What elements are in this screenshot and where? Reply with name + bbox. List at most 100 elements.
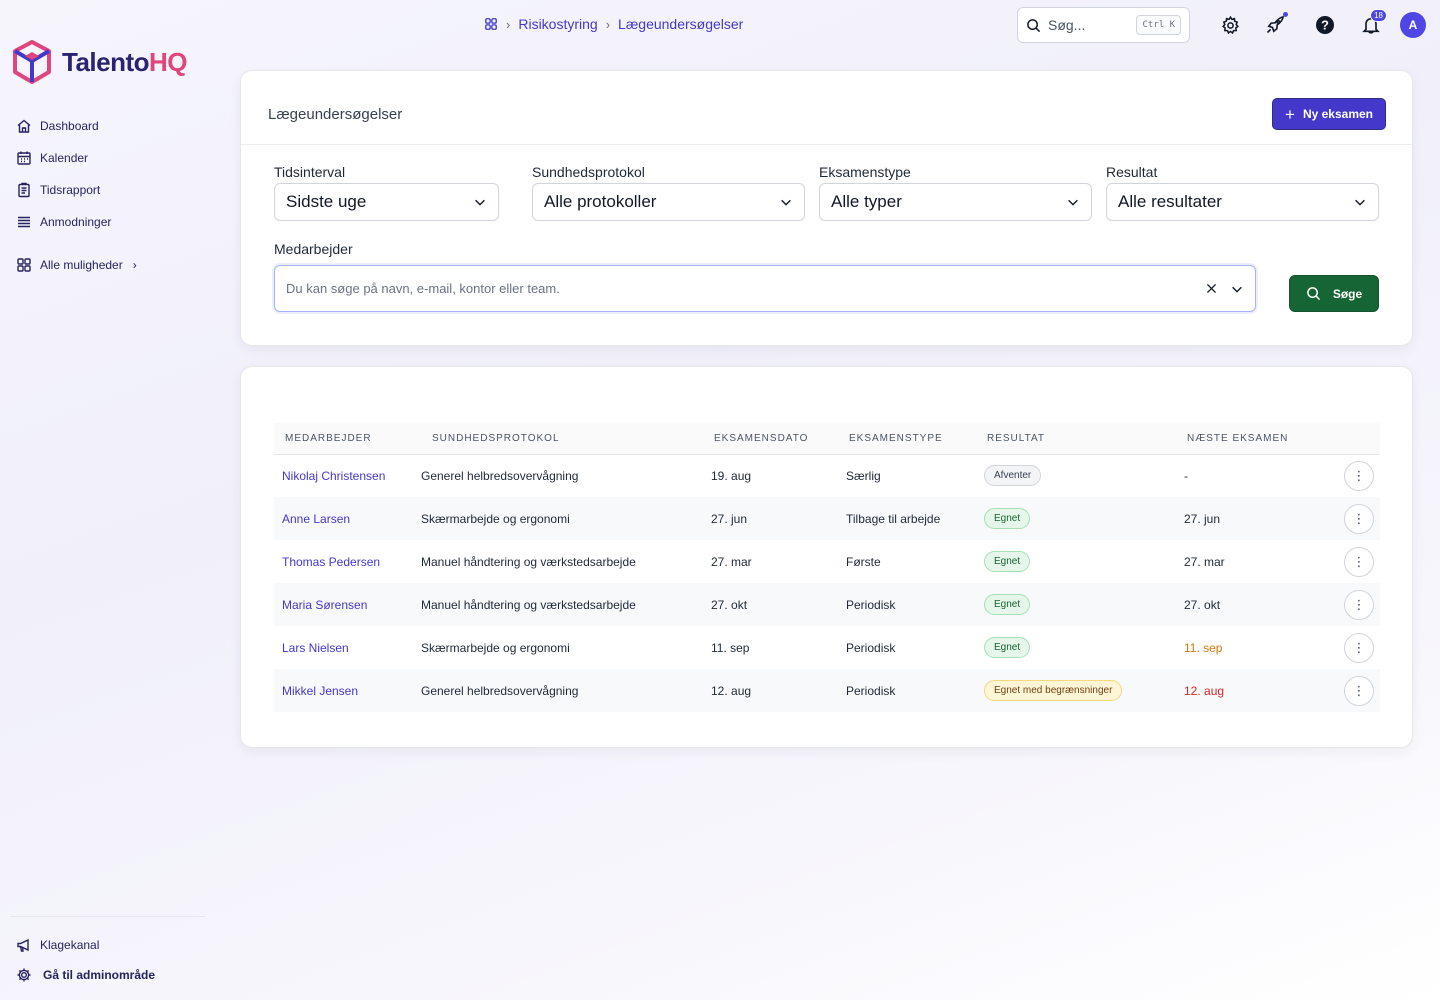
employee-link[interactable]: Maria Sørensen bbox=[282, 598, 367, 612]
employee-link[interactable]: Nikolaj Christensen bbox=[282, 469, 385, 483]
cell-actions: ⋮ bbox=[1336, 540, 1380, 583]
select-value: Alle typer bbox=[831, 192, 902, 211]
brand-name: TalentoHQ bbox=[62, 46, 188, 77]
table-header-row: MEDARBEJDER SUNDHEDSPROTOKOL EKSAMENSDAT… bbox=[274, 423, 1380, 455]
next-exam-date: - bbox=[1184, 468, 1188, 483]
result-badge: Egnet bbox=[984, 594, 1031, 615]
table-row[interactable]: Maria Sørensen Manuel håndtering og værks… bbox=[274, 583, 1380, 626]
more-vertical-icon: ⋮ bbox=[1352, 683, 1366, 698]
row-menu-button[interactable]: ⋮ bbox=[1344, 589, 1374, 620]
nav-label: Dashboard bbox=[40, 119, 99, 133]
select-eksamenstype[interactable]: Alle typer bbox=[819, 183, 1092, 221]
select-value: Alle resultater bbox=[1118, 192, 1222, 211]
nav-label: Tidsrapport bbox=[40, 183, 101, 197]
nav-item-dashboard[interactable]: Dashboard bbox=[16, 110, 206, 142]
chevron-down-icon[interactable] bbox=[1230, 282, 1244, 296]
chevron-right-icon: › bbox=[506, 16, 511, 32]
nav-item-admin[interactable]: Gå til adminområde bbox=[16, 960, 155, 990]
divider bbox=[10, 916, 205, 917]
nav-item-tidsrapport[interactable]: Tidsrapport bbox=[16, 174, 206, 206]
filter-label-sundhedsprotokol: Sundhedsprotokol bbox=[532, 164, 645, 180]
select-sundhedsprotokol[interactable]: Alle protokoller bbox=[532, 183, 805, 221]
col-header-resultat: RESULTAT bbox=[984, 423, 1184, 455]
rocket-icon bbox=[1266, 15, 1285, 34]
nav-label: Alle muligheder bbox=[40, 258, 123, 272]
search-icon bbox=[1027, 18, 1041, 32]
notifications-button[interactable]: 18 bbox=[1360, 9, 1387, 36]
megaphone-icon bbox=[17, 938, 29, 952]
nav-item-kalender[interactable]: Kalender bbox=[16, 142, 206, 174]
cell-result: Egnet med begrænsninger bbox=[984, 669, 1184, 712]
indicator-dot bbox=[1283, 12, 1288, 17]
gear-icon bbox=[17, 968, 31, 982]
search-placeholder: Søg... bbox=[1048, 17, 1086, 33]
cell-next-exam: - bbox=[1184, 454, 1336, 497]
row-menu-button[interactable]: ⋮ bbox=[1344, 460, 1374, 491]
cell-exam-date: 27. jun bbox=[711, 497, 846, 540]
chevron-down-icon bbox=[781, 199, 791, 206]
nav-item-anmodninger[interactable]: Anmodninger bbox=[16, 206, 206, 238]
more-vertical-icon: ⋮ bbox=[1352, 597, 1366, 612]
grid-icon[interactable] bbox=[484, 17, 498, 31]
breadcrumb-risikostyring[interactable]: Risikostyring bbox=[518, 16, 597, 32]
table-row[interactable]: Anne Larsen Skærmarbejde og ergonomi 27. j… bbox=[274, 497, 1380, 540]
col-header-medarbejder: MEDARBEJDER bbox=[274, 423, 421, 455]
new-exam-button[interactable]: + Ny eksamen bbox=[1272, 98, 1386, 130]
employee-link[interactable]: Lars Nielsen bbox=[282, 641, 349, 655]
filter-card: Lægeundersøgelser + Ny eksamen Tidsinter… bbox=[240, 70, 1413, 346]
cell-exam-type: Første bbox=[846, 554, 881, 569]
nav-label: Anmodninger bbox=[40, 215, 112, 229]
avatar[interactable]: A bbox=[1400, 12, 1426, 38]
next-exam-date: 27. mar bbox=[1184, 554, 1225, 569]
more-vertical-icon: ⋮ bbox=[1352, 468, 1366, 484]
logo[interactable]: TalentoHQ bbox=[12, 40, 188, 84]
cell-exam-type: Tilbage til arbejde bbox=[846, 497, 984, 540]
cell-exam-date: 27. mar bbox=[711, 554, 752, 569]
next-exam-date: 27. jun bbox=[1184, 511, 1221, 526]
cell-exam-type: Særlig bbox=[846, 468, 881, 483]
employee-link[interactable]: Thomas Pedersen bbox=[282, 555, 380, 569]
next-exam-date: 12. aug bbox=[1184, 683, 1225, 698]
cell-employee: Lars Nielsen bbox=[274, 626, 421, 669]
select-tidsinterval[interactable]: Sidste uge bbox=[274, 183, 499, 221]
clear-icon[interactable] bbox=[1205, 282, 1218, 295]
launch-button[interactable] bbox=[1264, 12, 1288, 36]
new-exam-label: Ny eksamen bbox=[1302, 107, 1373, 121]
table-row[interactable]: Thomas Pedersen Manuel håndtering og værk… bbox=[274, 540, 1380, 583]
row-menu-button[interactable]: ⋮ bbox=[1344, 546, 1374, 577]
select-resultat[interactable]: Alle resultater bbox=[1106, 183, 1379, 221]
cell-exam-type: Periodisk bbox=[846, 640, 896, 655]
cell-actions: ⋮ bbox=[1336, 454, 1380, 497]
employee-link[interactable]: Mikkel Jensen bbox=[282, 684, 358, 698]
exams-table: MEDARBEJDER SUNDHEDSPROTOKOL EKSAMENSDAT… bbox=[274, 423, 1380, 712]
select-value: Sidste uge bbox=[286, 192, 367, 211]
table-row[interactable]: Lars Nielsen Skærmarbejde og ergonomi 11. … bbox=[274, 626, 1380, 669]
table-row[interactable]: Nikolaj Christensen Generel helbredsoverv… bbox=[274, 454, 1380, 497]
chevron-right-icon: › bbox=[132, 258, 137, 272]
cell-actions: ⋮ bbox=[1336, 497, 1380, 540]
page-title: Lægeundersøgelser bbox=[268, 106, 403, 123]
cell-exam-date: 27. okt bbox=[711, 583, 846, 626]
result-badge: Egnet bbox=[984, 551, 1031, 572]
employee-search-input[interactable]: Du kan søge på navn, e-mail, kontor elle… bbox=[274, 265, 1256, 312]
nav-label: Klagekanal bbox=[40, 938, 100, 952]
cell-employee: Anne Larsen bbox=[274, 497, 421, 540]
next-exam-date: 11. sep bbox=[1184, 640, 1223, 655]
table-row[interactable]: Mikkel Jensen Generel helbredsovervågning… bbox=[274, 669, 1380, 712]
global-search[interactable]: Søg... Ctrl K bbox=[1017, 7, 1190, 43]
next-exam-date: 27. okt bbox=[1184, 597, 1221, 612]
cell-exam-date: 11. sep bbox=[711, 640, 750, 655]
settings-button[interactable] bbox=[1219, 14, 1241, 36]
row-menu-button[interactable]: ⋮ bbox=[1344, 632, 1374, 663]
help-button[interactable]: ? bbox=[1314, 14, 1336, 36]
search-button[interactable]: Søge bbox=[1289, 275, 1379, 312]
row-menu-button[interactable]: ⋮ bbox=[1344, 503, 1374, 534]
row-menu-button[interactable]: ⋮ bbox=[1344, 675, 1374, 706]
more-vertical-icon: ⋮ bbox=[1352, 554, 1366, 569]
help-icon: ? bbox=[1316, 16, 1334, 34]
home-icon bbox=[17, 119, 31, 133]
employee-link[interactable]: Anne Larsen bbox=[282, 512, 350, 526]
cell-next-exam: 27. jun bbox=[1184, 497, 1336, 540]
nav-item-alle-muligheder[interactable]: Alle muligheder › bbox=[16, 249, 206, 281]
nav-item-klagekanal[interactable]: Klagekanal bbox=[16, 930, 155, 960]
